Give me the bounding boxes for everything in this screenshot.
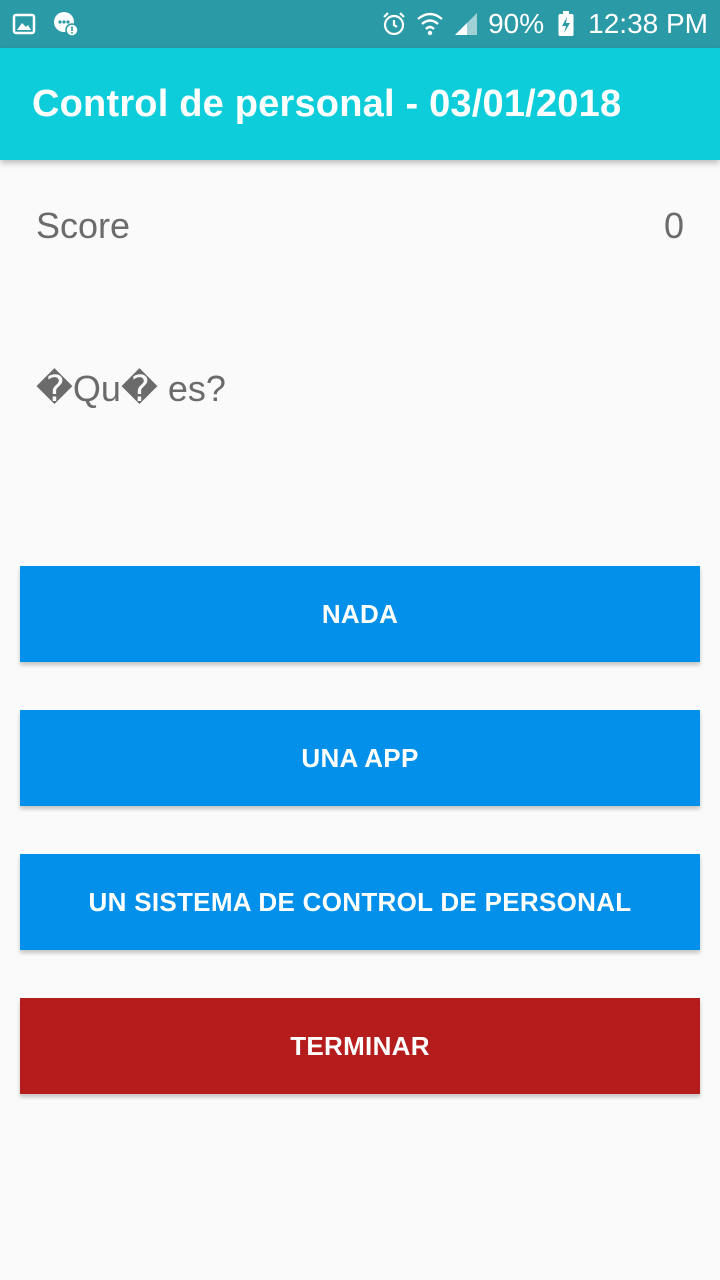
page-title: Control de personal - 03/01/2018 xyxy=(32,82,622,125)
wifi-icon xyxy=(416,10,444,38)
clock: 12:38 PM xyxy=(588,8,708,39)
battery-percent: 90% xyxy=(488,8,545,39)
score-label: Score xyxy=(36,205,131,246)
answer-button-nada[interactable]: NADA xyxy=(20,566,700,662)
signal-icon xyxy=(452,10,480,38)
chat-notification-icon xyxy=(52,10,80,38)
finish-button[interactable]: TERMINAR xyxy=(20,998,700,1094)
gallery-notification-icon xyxy=(10,10,38,38)
battery-charging-icon xyxy=(552,10,580,38)
answer-button-sistema-control[interactable]: UN SISTEMA DE CONTROL DE PERSONAL xyxy=(20,854,700,950)
answer-button-una-app[interactable]: UNA APP xyxy=(20,710,700,806)
score-value: 0 xyxy=(663,205,684,246)
question-text: �Qu� es? xyxy=(36,368,226,409)
score-row: Score 0 xyxy=(36,200,684,252)
status-bar: 90% 12:38 PM xyxy=(0,0,720,48)
alarm-icon xyxy=(380,10,408,38)
app-bar: Control de personal - 03/01/2018 xyxy=(0,48,720,160)
